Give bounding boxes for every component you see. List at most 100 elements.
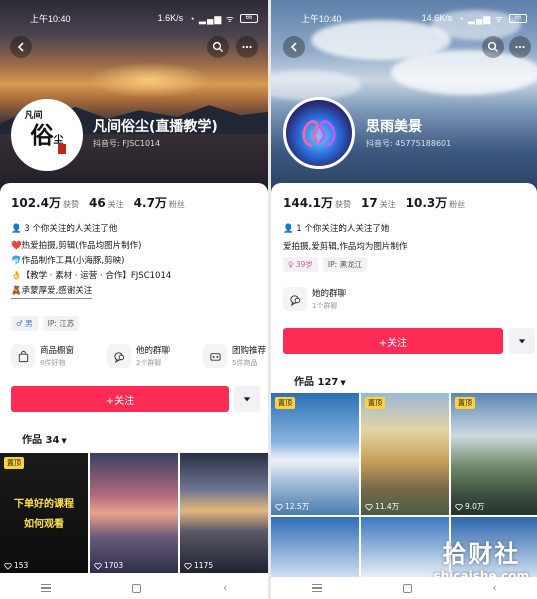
follow-dropdown-button[interactable] (509, 328, 535, 354)
avatar[interactable]: 凡间 俗尘 (11, 99, 83, 171)
bio-line: 🧸承蒙厚爱,感谢关注 (11, 284, 93, 299)
bio-line: 爱拍摄,爱剪辑,作品均为图片制作 (283, 242, 408, 252)
shopping-bag-icon (18, 350, 28, 362)
ip-tag: IP: 黑龙江 (322, 257, 368, 272)
follow-button[interactable]: +关注 (283, 328, 503, 354)
triangle-down-icon (243, 397, 251, 402)
caret-down-icon: ▼ (340, 379, 346, 387)
ip-tag: IP: 江苏 (42, 316, 80, 331)
profile-screen-left: 上午10:40 1.6K/s ◔ ▂▄▆ ᯤ 66 凡间 俗尘 凡间俗尘(直播教学… (0, 0, 268, 599)
heart-icon (184, 562, 192, 570)
search-icon (212, 41, 223, 52)
profile-card: 102.4万 获赞 46 关注 4.7万 粉丝 👤 3 个你关注的人关注了他 ❤️热爱… (0, 183, 268, 577)
stat-followers[interactable]: 4.7万 粉丝 (134, 194, 185, 211)
search-button[interactable] (207, 36, 229, 58)
back-button[interactable] (283, 36, 305, 58)
profile-card: 144.1万 获赞 17 关注 10.3万 粉丝 👤 1 个你关注的人关注了她 爱拍摄… (271, 183, 537, 577)
stat-following[interactable]: 46 关注 (89, 196, 124, 210)
profile-stats: 144.1万 获赞 17 关注 10.3万 粉丝 (283, 194, 465, 211)
profile-tags: ♂ 男 IP: 江苏 (11, 316, 80, 331)
profile-screen-right: 上午10:40 14.6K/s ◔ ▂▄▆ ᯤ 66 思雨美景 抖音号: 457… (271, 0, 537, 599)
pinned-badge: 置顶 (455, 397, 475, 409)
like-count: 12.5万 (275, 501, 309, 512)
chat-icon (113, 351, 124, 363)
thumbnail-caption: 下单好的课程 (14, 499, 74, 510)
like-count: 11.4万 (365, 501, 399, 512)
avatar[interactable] (283, 97, 355, 169)
video-thumbnail[interactable]: 1703 (90, 453, 178, 573)
back-icon[interactable]: ‹ (493, 583, 497, 594)
mutual-follow-text[interactable]: 👤 1 个你关注的人关注了她 (283, 222, 389, 234)
person-icon: 👤 (283, 224, 294, 234)
like-count: 153 (4, 561, 28, 570)
douyin-id[interactable]: 抖音号: FJSC1014 (93, 138, 160, 149)
video-thumbnail[interactable]: 置顶 11.4万 (361, 393, 449, 515)
douyin-id[interactable]: 抖音号: 45775188601 (366, 138, 451, 149)
stat-likes[interactable]: 144.1万 获赞 (283, 194, 351, 211)
status-network-speed: 1.6K/s (157, 13, 184, 23)
stat-followers[interactable]: 10.3万 粉丝 (406, 194, 466, 211)
like-count: 1175 (184, 561, 213, 570)
video-thumbnail[interactable]: 1175 (180, 453, 268, 573)
chevron-left-icon (17, 42, 24, 52)
like-count: 9.0万 (455, 501, 484, 512)
group-buy-icon (209, 352, 221, 361)
more-dots-icon (242, 45, 252, 49)
status-network-speed: 14.6K/s (421, 13, 453, 23)
video-thumbnail[interactable]: 置顶 下单好的课程 如何观看 153 (0, 453, 88, 573)
system-navigation-bar: ‹ (271, 577, 537, 599)
more-dots-icon (515, 45, 525, 49)
heart-icon (4, 562, 12, 570)
video-thumbnail[interactable]: 置顶 12.5万 (271, 393, 359, 515)
more-options-button[interactable] (509, 36, 531, 58)
thumbnail-caption: 如何观看 (24, 519, 64, 530)
pinned-badge: 置顶 (4, 457, 24, 469)
back-icon[interactable]: ‹ (223, 583, 227, 594)
pinned-badge: 置顶 (275, 397, 295, 409)
person-icon: 👤 (11, 224, 22, 234)
follow-button[interactable]: +关注 (11, 386, 229, 412)
video-thumbnail[interactable]: 置顶 9.0万 (451, 393, 537, 515)
profile-stats: 102.4万 获赞 46 关注 4.7万 粉丝 (11, 194, 185, 211)
heart-icon (455, 503, 463, 511)
video-thumbnail[interactable] (271, 517, 359, 577)
age-tag: ♀ 39岁 (283, 257, 318, 272)
swan-logo-icon (302, 120, 336, 148)
group-chat-tile[interactable]: 她的群聊 1个群聊 (283, 287, 346, 311)
signal-icon: ◔ ▂▄▆ ᯤ (189, 13, 235, 24)
more-options-button[interactable] (236, 36, 258, 58)
tab-works[interactable]: 作品 34 ▼ (22, 431, 67, 446)
home-icon[interactable] (402, 583, 412, 593)
home-icon[interactable] (132, 583, 142, 593)
system-navigation-bar: ‹ (0, 577, 268, 599)
mutual-follow-text[interactable]: 👤 3 个你关注的人关注了他 (11, 222, 117, 234)
red-seal-icon (58, 144, 66, 154)
back-button[interactable] (10, 36, 32, 58)
shop-window-tile[interactable]: 商品橱窗 8件好物 (11, 344, 74, 368)
gender-tag: ♂ 男 (11, 316, 38, 331)
signal-icon: ◔ ▂▄▆ ᯤ (458, 13, 504, 24)
battery-icon: 66 (240, 13, 258, 23)
stat-following[interactable]: 17 关注 (361, 196, 396, 210)
heart-icon (365, 503, 373, 511)
chevron-left-icon (290, 42, 297, 52)
menu-icon[interactable] (40, 583, 51, 593)
profile-name: 思雨美景 (366, 119, 422, 135)
caret-down-icon: ▼ (61, 437, 67, 445)
stat-likes[interactable]: 102.4万 获赞 (11, 194, 79, 211)
profile-tags: ♀ 39岁 IP: 黑龙江 (283, 257, 368, 272)
status-bar: 上午10:40 1.6K/s ◔ ▂▄▆ ᯤ 66 (0, 0, 268, 36)
menu-icon[interactable] (311, 583, 322, 593)
search-button[interactable] (482, 36, 504, 58)
status-time: 上午10:40 (30, 13, 71, 24)
group-buy-tile[interactable]: 团购推荐 5件商品 (203, 344, 266, 368)
triangle-down-icon (518, 339, 526, 344)
tab-works[interactable]: 作品 127 ▼ (294, 373, 346, 388)
follow-dropdown-button[interactable] (234, 386, 260, 412)
bio-line: ❤️热爱拍摄,剪辑(作品均图片制作) (11, 241, 142, 251)
heart-icon (94, 562, 102, 570)
status-time: 上午10:40 (301, 13, 342, 24)
like-count: 1703 (94, 561, 123, 570)
group-chat-tile[interactable]: 他的群聊 2个群聊 (107, 344, 170, 368)
bio-line: 🐬作品制作工具(小海豚,剪映) (11, 256, 125, 266)
